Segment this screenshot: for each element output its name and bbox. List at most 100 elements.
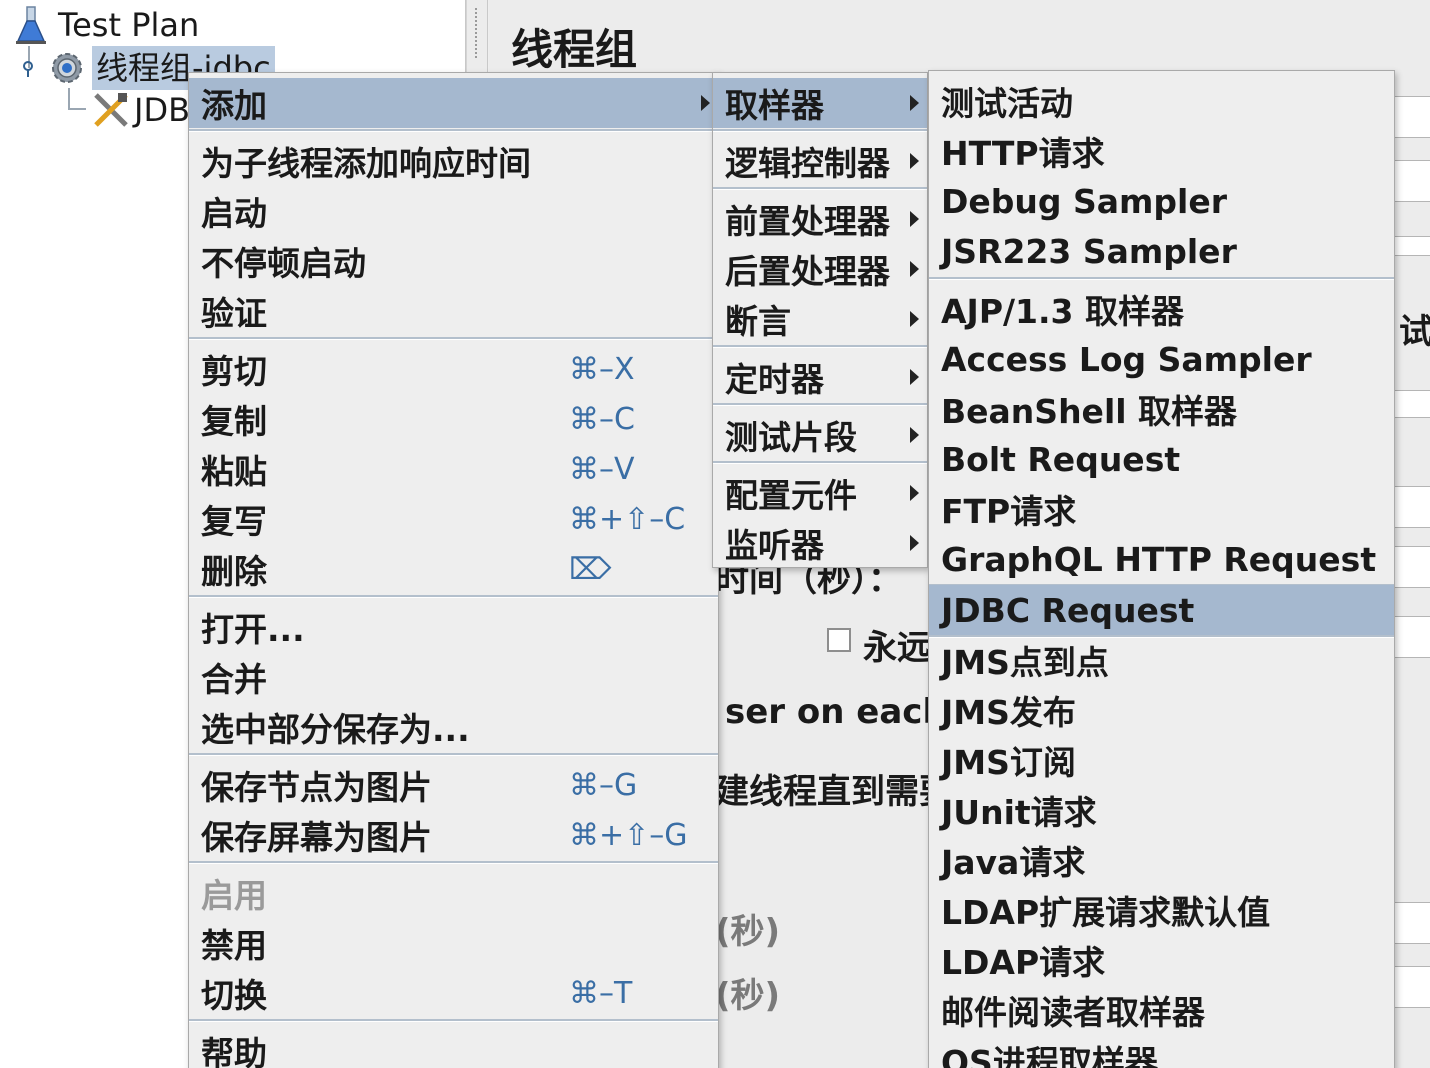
submenu-item-pre-processor[interactable]: 前置处理器 — [713, 194, 927, 244]
menu-item-merge[interactable]: 合并 — [189, 652, 718, 702]
add-submenu: 取样器 逻辑控制器 前置处理器 后置处理器 断言 定时器 测试片段 配置元件 监… — [712, 72, 928, 568]
menu-item-save-node-image[interactable]: 保存节点为图片 ⌘–G — [189, 760, 718, 810]
forever-checkbox[interactable] — [827, 628, 851, 652]
menu-separator — [189, 129, 718, 132]
name-field[interactable] — [1394, 96, 1430, 138]
sampler-item-ldap-request[interactable]: LDAP请求 — [929, 935, 1394, 985]
tree-label-test-plan: Test Plan — [58, 6, 200, 44]
sampler-item-jsr223-sampler[interactable]: JSR223 Sampler — [929, 226, 1394, 276]
sampler-item-test-action[interactable]: 测试活动 — [929, 76, 1394, 126]
sampler-item-bolt-request[interactable]: Bolt Request — [929, 434, 1394, 484]
menu-item-validate[interactable]: 验证 — [189, 286, 718, 336]
submenu-arrow-icon — [910, 153, 919, 169]
sampler-item-http-request[interactable]: HTTP请求 — [929, 126, 1394, 176]
submenu-arrow-icon — [910, 427, 919, 443]
submenu-arrow-icon — [910, 369, 919, 385]
comment-field[interactable] — [1394, 160, 1430, 202]
menu-separator — [189, 861, 718, 864]
tools-icon — [92, 91, 130, 129]
submenu-item-test-fragment[interactable]: 测试片段 — [713, 410, 927, 460]
menu-item-open[interactable]: 打开... — [189, 602, 718, 652]
sampler-item-ldap-extended-defaults[interactable]: LDAP扩展请求默认值 — [929, 885, 1394, 935]
copy-shortcut: ⌘–C — [569, 401, 635, 437]
menu-item-add[interactable]: 添加 — [189, 78, 718, 128]
loop-count-field[interactable] — [1394, 616, 1430, 658]
sampler-submenu: 测试活动 HTTP请求 Debug Sampler JSR223 Sampler… — [928, 70, 1395, 1068]
menu-item-cut[interactable]: 剪切 ⌘–X — [189, 344, 718, 394]
sampler-item-ajp[interactable]: AJP/1.3 取样器 — [929, 284, 1394, 334]
context-menu: 添加 为子线程添加响应时间 启动 不停顿启动 验证 剪切 ⌘–X 复制 ⌘–C 粘贴… — [188, 72, 719, 1068]
menu-separator — [189, 337, 718, 340]
submenu-arrow-icon — [910, 261, 919, 277]
forever-label: 永远 — [863, 628, 931, 668]
ramp-up-field[interactable] — [1394, 546, 1430, 588]
sampler-item-os-process[interactable]: OS进程取样器 — [929, 1035, 1394, 1068]
submenu-arrow-icon — [910, 95, 919, 111]
startup-delay-field[interactable] — [1394, 966, 1430, 1008]
submenu-item-listener[interactable]: 监听器 — [713, 518, 927, 567]
field-3[interactable] — [1394, 236, 1430, 256]
duration-field[interactable] — [1394, 902, 1430, 944]
menu-separator — [713, 403, 927, 406]
sampler-item-access-log[interactable]: Access Log Sampler — [929, 334, 1394, 384]
menu-item-start-no-pause[interactable]: 不停顿启动 — [189, 236, 718, 286]
submenu-arrow-icon — [910, 211, 919, 227]
menu-separator — [189, 1019, 718, 1022]
menu-item-delete[interactable]: 删除 ⌦ — [189, 544, 718, 594]
sampler-item-beanshell[interactable]: BeanShell 取样器 — [929, 384, 1394, 434]
paste-shortcut: ⌘–V — [569, 451, 635, 487]
submenu-arrow-icon — [701, 95, 710, 111]
splitter-grip — [475, 8, 479, 58]
sampler-item-ftp-request[interactable]: FTP请求 — [929, 484, 1394, 534]
menu-item-duplicate[interactable]: 复写 ⌘+⇧–C — [189, 494, 718, 544]
tree-node-test-plan[interactable]: Test Plan — [14, 3, 199, 47]
menu-item-add-response-time[interactable]: 为子线程添加响应时间 — [189, 136, 718, 186]
delay-thread-label: 建线程直到需要 — [715, 772, 953, 812]
menu-item-start[interactable]: 启动 — [189, 186, 718, 236]
menu-separator — [713, 187, 927, 190]
menu-item-copy[interactable]: 复制 ⌘–C — [189, 394, 718, 444]
menu-separator — [189, 595, 718, 598]
submenu-item-timer[interactable]: 定时器 — [713, 352, 927, 402]
delay-unit-label: (秒) — [715, 976, 781, 1016]
field-4[interactable] — [1394, 390, 1430, 418]
menu-item-toggle[interactable]: 切换 ⌘–T — [189, 968, 718, 1018]
duplicate-shortcut: ⌘+⇧–C — [569, 501, 686, 537]
submenu-item-sampler[interactable]: 取样器 — [713, 78, 927, 128]
submenu-arrow-icon — [910, 311, 919, 327]
tree-connector-line — [68, 88, 86, 110]
sampler-item-graphql-http[interactable]: GraphQL HTTP Request — [929, 534, 1394, 584]
sampler-item-java-request[interactable]: Java请求 — [929, 835, 1394, 885]
field-5[interactable] — [1394, 486, 1430, 528]
menu-item-enable: 启用 — [201, 876, 267, 915]
menu-separator — [713, 461, 927, 464]
menu-item-save-screen-image[interactable]: 保存屏幕为图片 ⌘+⇧–G — [189, 810, 718, 860]
menu-item-paste[interactable]: 粘贴 ⌘–V — [189, 444, 718, 494]
cut-shortcut: ⌘–X — [569, 351, 635, 387]
submenu-item-post-processor[interactable]: 后置处理器 — [713, 244, 927, 294]
gear-icon — [48, 49, 86, 87]
submenu-item-logic-controller[interactable]: 逻辑控制器 — [713, 136, 927, 186]
sampler-item-jdbc-request[interactable]: JDBC Request — [929, 585, 1394, 635]
menu-separator — [929, 277, 1394, 280]
save-screen-image-shortcut: ⌘+⇧–G — [569, 817, 688, 853]
delete-shortcut: ⌦ — [569, 551, 612, 587]
menu-item-disable[interactable]: 禁用 — [189, 918, 718, 968]
editor-side-label: 试 — [1399, 312, 1430, 352]
sampler-item-mail-reader[interactable]: 邮件阅读者取样器 — [929, 985, 1394, 1035]
save-node-image-shortcut: ⌘–G — [569, 767, 638, 803]
sampler-item-jms-publisher[interactable]: JMS发布 — [929, 685, 1394, 735]
toggle-shortcut: ⌘–T — [569, 975, 633, 1011]
submenu-item-assertion[interactable]: 断言 — [713, 294, 927, 344]
menu-separator — [713, 345, 927, 348]
submenu-item-config-element[interactable]: 配置元件 — [713, 468, 927, 518]
menu-item-save-selection-as[interactable]: 选中部分保存为... — [189, 702, 718, 752]
sampler-item-jms-point-to-point[interactable]: JMS点到点 — [929, 635, 1394, 685]
node-handle-icon[interactable] — [18, 58, 38, 78]
menu-item-help[interactable]: 帮助 — [189, 1026, 718, 1068]
editor-title: 线程组 — [511, 25, 638, 74]
sampler-item-jms-subscriber[interactable]: JMS订阅 — [929, 735, 1394, 785]
sampler-item-junit-request[interactable]: JUnit请求 — [929, 785, 1394, 835]
sampler-item-debug-sampler[interactable]: Debug Sampler — [929, 176, 1394, 226]
duration-unit-label: (秒) — [715, 912, 781, 952]
